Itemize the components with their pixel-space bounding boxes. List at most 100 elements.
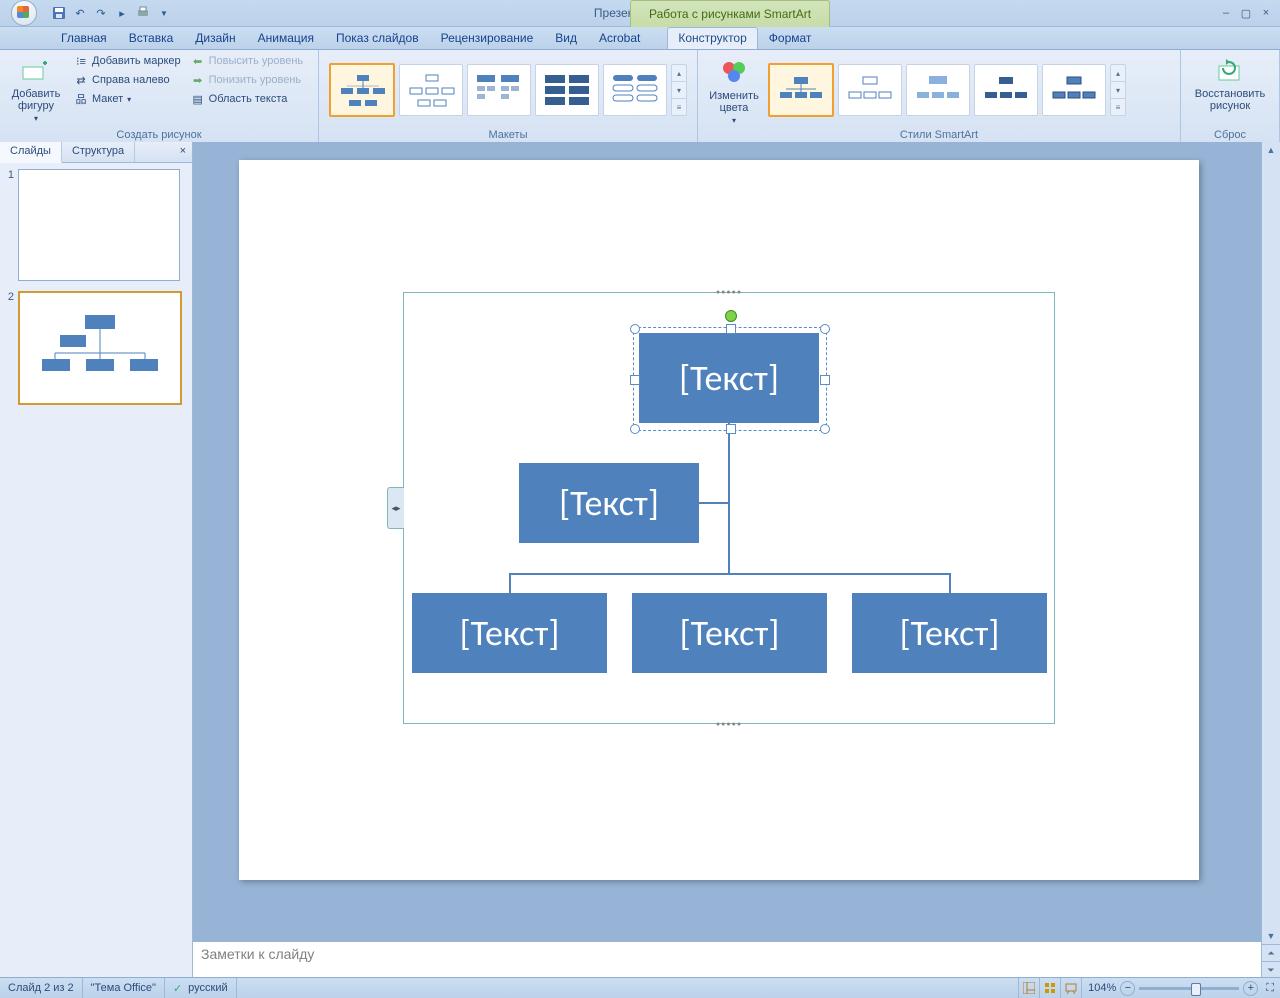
resize-handle[interactable] (820, 424, 830, 434)
main-area: Слайды Структура × 1 2 ◂▸ ●●●●● ●●●●● (0, 142, 1280, 978)
style-gallery-item[interactable] (768, 63, 834, 117)
connector (509, 573, 949, 575)
layout-gallery-item[interactable] (329, 63, 395, 117)
slide-thumbnail[interactable] (18, 291, 182, 405)
style-gallery-item[interactable] (838, 64, 902, 116)
redo-icon[interactable]: ↷ (92, 4, 110, 22)
promote-button[interactable]: ⬅Повысить уровень (187, 52, 308, 70)
rtl-button[interactable]: ⇄Справа налево (70, 71, 185, 89)
reset-graphic-button[interactable]: Восстановить рисунок (1186, 52, 1274, 114)
zoom-thumb[interactable] (1191, 983, 1201, 996)
bullet-icon: ⁝≡ (74, 54, 88, 68)
resize-handle[interactable] (726, 424, 736, 434)
text-pane-toggle[interactable]: ◂▸ (387, 487, 404, 529)
layout-icon: 品 (74, 92, 88, 106)
org-node-child[interactable]: [Текст] (412, 593, 607, 673)
tab-smartart-format[interactable]: Формат (758, 27, 823, 49)
slide-canvas[interactable]: ◂▸ ●●●●● ●●●●● [Текст] [Текст] [Текст] (193, 142, 1261, 938)
undo-icon[interactable]: ↶ (71, 4, 89, 22)
outline-tab[interactable]: Структура (62, 142, 135, 162)
layout-gallery-scroll[interactable]: ▴▾≡ (671, 64, 687, 116)
slideshow-icon[interactable]: ▸ (113, 4, 131, 22)
status-language[interactable]: ✓русский (165, 978, 237, 998)
style-gallery-item[interactable] (906, 64, 970, 116)
tab-home[interactable]: Главная (50, 27, 118, 49)
tab-insert[interactable]: Вставка (118, 27, 185, 49)
tab-animations[interactable]: Анимация (247, 27, 325, 49)
zoom-out-button[interactable]: − (1120, 981, 1135, 996)
connector (509, 573, 511, 595)
text-pane-icon: ▤ (191, 92, 205, 106)
panel-close-icon[interactable]: × (174, 142, 192, 162)
connector (699, 502, 729, 504)
group-reset: Восстановить рисунок Сброс (1181, 50, 1280, 144)
slide-thumbnail[interactable] (18, 169, 180, 281)
minimize-button[interactable]: – (1218, 7, 1234, 20)
scroll-down-icon[interactable]: ▼ (1262, 928, 1280, 944)
group-layouts: ▴▾≡ Макеты (319, 50, 698, 144)
prev-slide-icon[interactable]: ⏶ (1262, 944, 1280, 961)
tab-acrobat[interactable]: Acrobat (588, 27, 651, 49)
slide[interactable]: ◂▸ ●●●●● ●●●●● [Текст] [Текст] [Текст] (239, 160, 1199, 880)
zoom-slider[interactable] (1139, 987, 1239, 990)
ribbon: Добавить фигуру▾ ⁝≡Добавить маркер ⇄Спра… (0, 50, 1280, 145)
tab-review[interactable]: Рецензирование (430, 27, 545, 49)
restore-button[interactable]: ▢ (1238, 7, 1254, 20)
tab-smartart-design[interactable]: Конструктор (667, 27, 757, 49)
group-styles: Изменить цвета▾ ▴▾≡ Стили SmartArt (698, 50, 1181, 144)
close-button[interactable]: × (1258, 7, 1274, 20)
org-node-child[interactable]: [Текст] (852, 593, 1047, 673)
resize-handle[interactable] (630, 375, 640, 385)
next-slide-icon[interactable]: ⏷ (1262, 961, 1280, 978)
layout-gallery-item[interactable] (399, 64, 463, 116)
demote-button[interactable]: ➡Понизить уровень (187, 71, 308, 89)
slideshow-view-icon[interactable] (1061, 978, 1082, 998)
resize-handle[interactable] (630, 324, 640, 334)
tab-slideshow[interactable]: Показ слайдов (325, 27, 430, 49)
scroll-up-icon[interactable]: ▲ (1262, 142, 1280, 158)
view-buttons (1018, 978, 1082, 998)
print-preview-icon[interactable] (134, 4, 152, 22)
resize-handle[interactable] (726, 324, 736, 334)
tab-design[interactable]: Дизайн (184, 27, 246, 49)
office-button[interactable] (4, 0, 44, 26)
promote-icon: ⬅ (191, 54, 205, 68)
notes-pane[interactable]: Заметки к слайду (193, 938, 1261, 978)
save-icon[interactable] (50, 4, 68, 22)
reset-icon (1214, 54, 1246, 86)
qat-dropdown-icon[interactable]: ▼ (155, 4, 173, 22)
zoom-in-button[interactable]: + (1243, 981, 1258, 996)
add-shape-button[interactable]: Добавить фигуру▾ (4, 52, 68, 125)
resize-handle[interactable] (630, 424, 640, 434)
thumb-number: 2 (4, 291, 14, 405)
org-node-assistant[interactable]: [Текст] (519, 463, 699, 543)
slides-tab[interactable]: Слайды (0, 142, 62, 163)
layout-gallery-item[interactable] (467, 64, 531, 116)
style-gallery-item[interactable] (1042, 64, 1106, 116)
tab-view[interactable]: Вид (544, 27, 588, 49)
org-node-child[interactable]: [Текст] (632, 593, 827, 673)
vertical-scrollbar[interactable]: ▲ ▼ ⏶ ⏷ (1261, 142, 1280, 978)
layout-gallery-item[interactable] (535, 64, 599, 116)
rotate-handle[interactable] (725, 310, 737, 322)
normal-view-icon[interactable] (1019, 978, 1040, 998)
change-colors-button[interactable]: Изменить цвета▾ (702, 54, 766, 127)
ribbon-tabs: Главная Вставка Дизайн Анимация Показ сл… (0, 27, 1280, 50)
fit-window-icon[interactable]: ⛶ (1266, 982, 1274, 995)
add-shape-icon (20, 54, 52, 86)
text-pane-button[interactable]: ▤Область текста (187, 90, 308, 108)
resize-handle[interactable] (820, 324, 830, 334)
add-bullet-button[interactable]: ⁝≡Добавить маркер (70, 52, 185, 70)
contextual-tab-label: Работа с рисунками SmartArt (630, 0, 830, 27)
connector (949, 573, 951, 595)
resize-handle[interactable] (820, 375, 830, 385)
zoom-level[interactable]: 104% (1088, 982, 1116, 994)
sorter-view-icon[interactable] (1040, 978, 1061, 998)
smartart-frame[interactable]: ◂▸ ●●●●● ●●●●● [Текст] [Текст] [Текст] (403, 292, 1055, 724)
title-bar: ↶ ↷ ▸ ▼ Презентация1 - Microsoft PowerPo… (0, 0, 1280, 27)
layout-button[interactable]: 品Макет▾ (70, 90, 185, 108)
style-gallery-item[interactable] (974, 64, 1038, 116)
layout-gallery-item[interactable] (603, 64, 667, 116)
zoom-controls: 104% − + ⛶ (1082, 981, 1280, 996)
style-gallery-scroll[interactable]: ▴▾≡ (1110, 64, 1126, 116)
